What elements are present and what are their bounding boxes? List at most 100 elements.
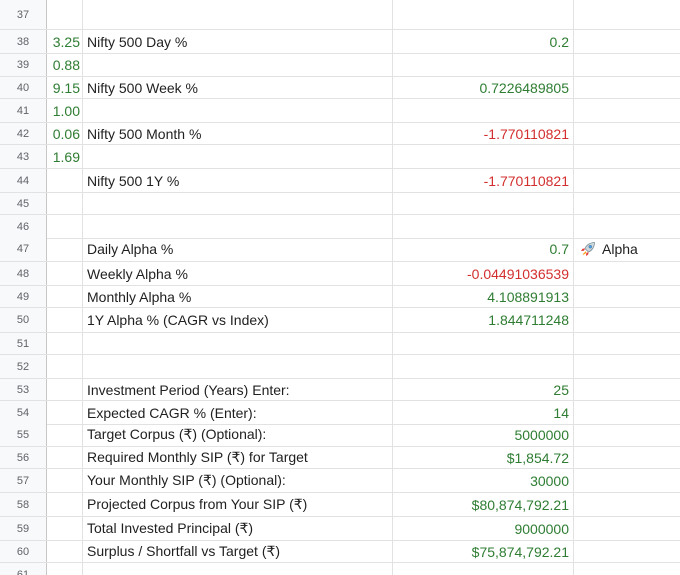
row-number[interactable]: 54 [0, 401, 47, 424]
cell-note[interactable] [574, 563, 680, 575]
cell-label[interactable] [83, 563, 393, 575]
cell-label[interactable]: Weekly Alpha % [83, 262, 393, 285]
cell-a[interactable] [47, 401, 83, 424]
cell-value[interactable]: 9000000 [393, 517, 574, 540]
cell-value[interactable]: 30000 [393, 469, 574, 492]
cell-label[interactable]: Your Monthly SIP (₹) (Optional): [83, 469, 393, 492]
cell-value[interactable]: -0.04491036539 [393, 262, 574, 285]
cell-value[interactable] [393, 193, 574, 214]
cell-a[interactable] [47, 237, 83, 261]
cell-a[interactable] [47, 379, 83, 400]
cell-a[interactable] [47, 423, 83, 446]
cell-value[interactable] [393, 0, 574, 29]
cell-value[interactable]: $75,874,792.21 [393, 541, 574, 562]
cell-a[interactable] [47, 541, 83, 562]
cell-value[interactable]: $80,874,792.21 [393, 493, 574, 516]
row-number[interactable]: 59 [0, 517, 47, 540]
cell-value[interactable] [393, 99, 574, 122]
row-number[interactable]: 49 [0, 286, 47, 307]
cell-label[interactable] [83, 333, 393, 354]
cell-label[interactable] [83, 193, 393, 214]
cell-a[interactable] [47, 262, 83, 285]
cell-label[interactable]: Nifty 500 Day % [83, 30, 393, 53]
cell-label[interactable] [83, 54, 393, 76]
row-number[interactable]: 55 [0, 423, 47, 446]
cell-a[interactable] [47, 0, 83, 29]
cell-a[interactable]: 1.69 [47, 145, 83, 168]
row-number[interactable]: 45 [0, 193, 47, 214]
cell-value[interactable]: 0.7 [393, 237, 574, 261]
cell-value[interactable] [393, 333, 574, 354]
cell-value[interactable]: 0.2 [393, 30, 574, 53]
cell-note[interactable] [574, 286, 680, 307]
cell-value[interactable] [393, 145, 574, 168]
cell-a[interactable] [47, 493, 83, 516]
cell-a[interactable] [47, 517, 83, 540]
cell-label[interactable] [83, 145, 393, 168]
cell-a[interactable]: 1.00 [47, 99, 83, 122]
cell-note[interactable] [574, 447, 680, 468]
cell-value[interactable]: -1.770110821 [393, 169, 574, 192]
row-number[interactable]: 43 [0, 145, 47, 168]
row-number[interactable]: 53 [0, 379, 47, 400]
cell-note[interactable] [574, 355, 680, 378]
cell-note[interactable] [574, 308, 680, 332]
row-number[interactable]: 57 [0, 469, 47, 492]
row-number[interactable]: 61 [0, 563, 47, 575]
cell-a[interactable] [47, 286, 83, 307]
cell-value[interactable]: 0.7226489805 [393, 77, 574, 98]
cell-label[interactable] [83, 215, 393, 238]
row-number[interactable]: 38 [0, 30, 47, 53]
cell-label[interactable]: Nifty 500 1Y % [83, 169, 393, 192]
row-number[interactable]: 44 [0, 169, 47, 192]
cell-note[interactable] [574, 423, 680, 446]
cell-value[interactable]: -1.770110821 [393, 123, 574, 144]
cell-note[interactable] [574, 262, 680, 285]
cell-label[interactable]: Projected Corpus from Your SIP (₹) [83, 493, 393, 516]
cell-label[interactable]: Expected CAGR % (Enter): [83, 401, 393, 424]
cell-a[interactable] [47, 193, 83, 214]
row-number[interactable]: 42 [0, 123, 47, 144]
cell-a[interactable] [47, 469, 83, 492]
cell-note[interactable] [574, 54, 680, 76]
cell-note[interactable] [574, 469, 680, 492]
row-number[interactable]: 56 [0, 447, 47, 468]
cell-value[interactable]: 1.844711248 [393, 308, 574, 332]
cell-note[interactable] [574, 123, 680, 144]
row-number[interactable]: 51 [0, 333, 47, 354]
cell-a[interactable] [47, 355, 83, 378]
cell-a[interactable]: 9.15 [47, 77, 83, 98]
cell-label[interactable] [83, 99, 393, 122]
cell-a[interactable] [47, 215, 83, 238]
cell-a[interactable]: 0.06 [47, 123, 83, 144]
row-number[interactable]: 52 [0, 355, 47, 378]
cell-a[interactable] [47, 169, 83, 192]
cell-note[interactable] [574, 0, 680, 29]
cell-a[interactable] [47, 447, 83, 468]
row-number[interactable]: 37 [0, 0, 47, 29]
cell-label[interactable]: 1Y Alpha % (CAGR vs Index) [83, 308, 393, 332]
cell-note[interactable] [574, 215, 680, 238]
cell-note[interactable] [574, 30, 680, 53]
cell-note[interactable] [574, 169, 680, 192]
cell-value[interactable]: 4.108891913 [393, 286, 574, 307]
cell-note[interactable] [574, 77, 680, 98]
cell-value[interactable] [393, 215, 574, 238]
cell-note[interactable] [574, 493, 680, 516]
cell-label[interactable]: Nifty 500 Month % [83, 123, 393, 144]
row-number[interactable]: 40 [0, 77, 47, 98]
cell-value[interactable]: $1,854.72 [393, 447, 574, 468]
row-number[interactable]: 46 [0, 215, 47, 238]
cell-a[interactable]: 0.88 [47, 54, 83, 76]
cell-label[interactable] [83, 0, 393, 29]
cell-note[interactable]: Alpha [574, 237, 680, 261]
cell-value[interactable]: 5000000 [393, 423, 574, 446]
cell-label[interactable] [83, 355, 393, 378]
cell-a[interactable]: 3.25 [47, 30, 83, 53]
cell-note[interactable] [574, 541, 680, 562]
cell-a[interactable] [47, 333, 83, 354]
row-number[interactable]: 41 [0, 99, 47, 122]
cell-label[interactable]: Target Corpus (₹) (Optional): [83, 423, 393, 446]
cell-label[interactable]: Surplus / Shortfall vs Target (₹) [83, 541, 393, 562]
row-number[interactable]: 60 [0, 541, 47, 562]
